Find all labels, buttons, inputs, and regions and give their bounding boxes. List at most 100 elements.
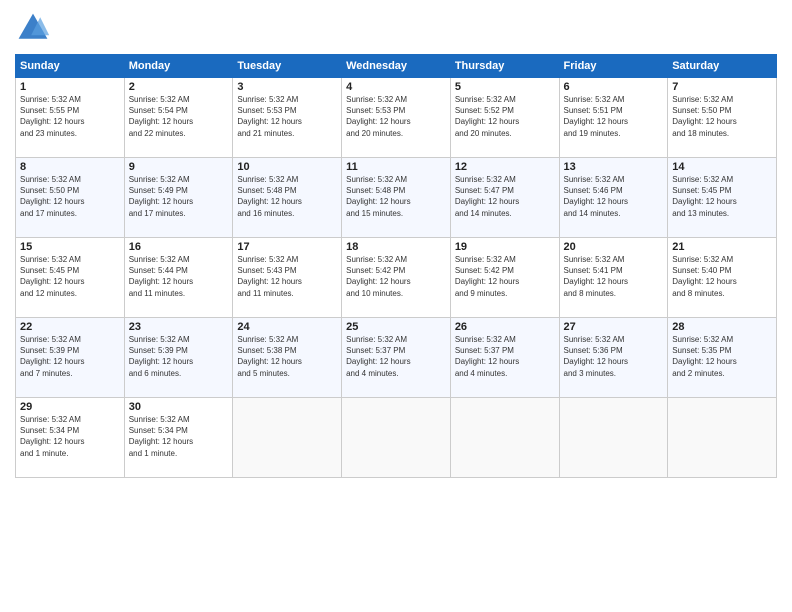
day-info: Sunrise: 5:32 AM Sunset: 5:34 PM Dayligh… — [20, 414, 120, 459]
day-cell: 4Sunrise: 5:32 AM Sunset: 5:53 PM Daylig… — [342, 78, 451, 158]
day-info: Sunrise: 5:32 AM Sunset: 5:42 PM Dayligh… — [346, 254, 446, 299]
day-cell: 18Sunrise: 5:32 AM Sunset: 5:42 PM Dayli… — [342, 238, 451, 318]
day-number: 4 — [346, 81, 446, 93]
day-cell: 30Sunrise: 5:32 AM Sunset: 5:34 PM Dayli… — [124, 398, 233, 478]
day-info: Sunrise: 5:32 AM Sunset: 5:34 PM Dayligh… — [129, 414, 229, 459]
day-number: 6 — [564, 81, 664, 93]
day-info: Sunrise: 5:32 AM Sunset: 5:44 PM Dayligh… — [129, 254, 229, 299]
day-cell: 19Sunrise: 5:32 AM Sunset: 5:42 PM Dayli… — [450, 238, 559, 318]
day-number: 20 — [564, 241, 664, 253]
day-number: 10 — [237, 161, 337, 173]
day-number: 21 — [672, 241, 772, 253]
day-number: 14 — [672, 161, 772, 173]
day-cell: 6Sunrise: 5:32 AM Sunset: 5:51 PM Daylig… — [559, 78, 668, 158]
day-info: Sunrise: 5:32 AM Sunset: 5:39 PM Dayligh… — [129, 334, 229, 379]
day-number: 29 — [20, 401, 120, 413]
day-number: 15 — [20, 241, 120, 253]
day-info: Sunrise: 5:32 AM Sunset: 5:53 PM Dayligh… — [346, 94, 446, 139]
week-row-1: 1Sunrise: 5:32 AM Sunset: 5:55 PM Daylig… — [16, 78, 777, 158]
day-info: Sunrise: 5:32 AM Sunset: 5:52 PM Dayligh… — [455, 94, 555, 139]
col-header-sunday: Sunday — [16, 55, 125, 78]
day-number: 1 — [20, 81, 120, 93]
day-cell: 2Sunrise: 5:32 AM Sunset: 5:54 PM Daylig… — [124, 78, 233, 158]
day-cell — [559, 398, 668, 478]
col-header-thursday: Thursday — [450, 55, 559, 78]
day-info: Sunrise: 5:32 AM Sunset: 5:50 PM Dayligh… — [672, 94, 772, 139]
week-row-5: 29Sunrise: 5:32 AM Sunset: 5:34 PM Dayli… — [16, 398, 777, 478]
day-info: Sunrise: 5:32 AM Sunset: 5:36 PM Dayligh… — [564, 334, 664, 379]
day-cell: 11Sunrise: 5:32 AM Sunset: 5:48 PM Dayli… — [342, 158, 451, 238]
day-cell — [668, 398, 777, 478]
day-cell: 22Sunrise: 5:32 AM Sunset: 5:39 PM Dayli… — [16, 318, 125, 398]
day-info: Sunrise: 5:32 AM Sunset: 5:46 PM Dayligh… — [564, 174, 664, 219]
day-info: Sunrise: 5:32 AM Sunset: 5:45 PM Dayligh… — [672, 174, 772, 219]
day-number: 9 — [129, 161, 229, 173]
day-info: Sunrise: 5:32 AM Sunset: 5:48 PM Dayligh… — [237, 174, 337, 219]
day-number: 28 — [672, 321, 772, 333]
week-row-3: 15Sunrise: 5:32 AM Sunset: 5:45 PM Dayli… — [16, 238, 777, 318]
col-header-saturday: Saturday — [668, 55, 777, 78]
day-info: Sunrise: 5:32 AM Sunset: 5:50 PM Dayligh… — [20, 174, 120, 219]
day-cell: 15Sunrise: 5:32 AM Sunset: 5:45 PM Dayli… — [16, 238, 125, 318]
day-number: 17 — [237, 241, 337, 253]
day-number: 16 — [129, 241, 229, 253]
day-cell: 26Sunrise: 5:32 AM Sunset: 5:37 PM Dayli… — [450, 318, 559, 398]
header-row: SundayMondayTuesdayWednesdayThursdayFrid… — [16, 55, 777, 78]
day-cell: 1Sunrise: 5:32 AM Sunset: 5:55 PM Daylig… — [16, 78, 125, 158]
week-row-4: 22Sunrise: 5:32 AM Sunset: 5:39 PM Dayli… — [16, 318, 777, 398]
day-info: Sunrise: 5:32 AM Sunset: 5:40 PM Dayligh… — [672, 254, 772, 299]
day-number: 13 — [564, 161, 664, 173]
day-cell: 3Sunrise: 5:32 AM Sunset: 5:53 PM Daylig… — [233, 78, 342, 158]
day-info: Sunrise: 5:32 AM Sunset: 5:53 PM Dayligh… — [237, 94, 337, 139]
day-number: 3 — [237, 81, 337, 93]
day-cell: 9Sunrise: 5:32 AM Sunset: 5:49 PM Daylig… — [124, 158, 233, 238]
day-number: 24 — [237, 321, 337, 333]
day-cell: 23Sunrise: 5:32 AM Sunset: 5:39 PM Dayli… — [124, 318, 233, 398]
day-cell — [342, 398, 451, 478]
day-number: 11 — [346, 161, 446, 173]
day-number: 2 — [129, 81, 229, 93]
day-info: Sunrise: 5:32 AM Sunset: 5:43 PM Dayligh… — [237, 254, 337, 299]
day-cell: 28Sunrise: 5:32 AM Sunset: 5:35 PM Dayli… — [668, 318, 777, 398]
day-cell: 12Sunrise: 5:32 AM Sunset: 5:47 PM Dayli… — [450, 158, 559, 238]
day-number: 27 — [564, 321, 664, 333]
calendar-table: SundayMondayTuesdayWednesdayThursdayFrid… — [15, 54, 777, 478]
day-cell: 20Sunrise: 5:32 AM Sunset: 5:41 PM Dayli… — [559, 238, 668, 318]
day-cell: 7Sunrise: 5:32 AM Sunset: 5:50 PM Daylig… — [668, 78, 777, 158]
day-cell: 21Sunrise: 5:32 AM Sunset: 5:40 PM Dayli… — [668, 238, 777, 318]
logo-icon — [15, 10, 51, 46]
day-info: Sunrise: 5:32 AM Sunset: 5:48 PM Dayligh… — [346, 174, 446, 219]
day-number: 18 — [346, 241, 446, 253]
col-header-friday: Friday — [559, 55, 668, 78]
day-number: 8 — [20, 161, 120, 173]
day-info: Sunrise: 5:32 AM Sunset: 5:38 PM Dayligh… — [237, 334, 337, 379]
day-cell: 13Sunrise: 5:32 AM Sunset: 5:46 PM Dayli… — [559, 158, 668, 238]
day-info: Sunrise: 5:32 AM Sunset: 5:37 PM Dayligh… — [455, 334, 555, 379]
col-header-monday: Monday — [124, 55, 233, 78]
day-cell — [233, 398, 342, 478]
day-number: 30 — [129, 401, 229, 413]
day-cell: 24Sunrise: 5:32 AM Sunset: 5:38 PM Dayli… — [233, 318, 342, 398]
day-info: Sunrise: 5:32 AM Sunset: 5:55 PM Dayligh… — [20, 94, 120, 139]
day-info: Sunrise: 5:32 AM Sunset: 5:51 PM Dayligh… — [564, 94, 664, 139]
day-number: 25 — [346, 321, 446, 333]
day-info: Sunrise: 5:32 AM Sunset: 5:39 PM Dayligh… — [20, 334, 120, 379]
day-cell: 8Sunrise: 5:32 AM Sunset: 5:50 PM Daylig… — [16, 158, 125, 238]
day-info: Sunrise: 5:32 AM Sunset: 5:42 PM Dayligh… — [455, 254, 555, 299]
day-number: 12 — [455, 161, 555, 173]
day-cell: 14Sunrise: 5:32 AM Sunset: 5:45 PM Dayli… — [668, 158, 777, 238]
day-cell: 29Sunrise: 5:32 AM Sunset: 5:34 PM Dayli… — [16, 398, 125, 478]
logo — [15, 10, 55, 46]
day-cell: 25Sunrise: 5:32 AM Sunset: 5:37 PM Dayli… — [342, 318, 451, 398]
day-number: 26 — [455, 321, 555, 333]
day-number: 23 — [129, 321, 229, 333]
day-number: 5 — [455, 81, 555, 93]
day-number: 22 — [20, 321, 120, 333]
day-info: Sunrise: 5:32 AM Sunset: 5:41 PM Dayligh… — [564, 254, 664, 299]
page: SundayMondayTuesdayWednesdayThursdayFrid… — [0, 0, 792, 612]
day-number: 7 — [672, 81, 772, 93]
day-cell: 10Sunrise: 5:32 AM Sunset: 5:48 PM Dayli… — [233, 158, 342, 238]
day-cell: 5Sunrise: 5:32 AM Sunset: 5:52 PM Daylig… — [450, 78, 559, 158]
day-cell — [450, 398, 559, 478]
col-header-wednesday: Wednesday — [342, 55, 451, 78]
